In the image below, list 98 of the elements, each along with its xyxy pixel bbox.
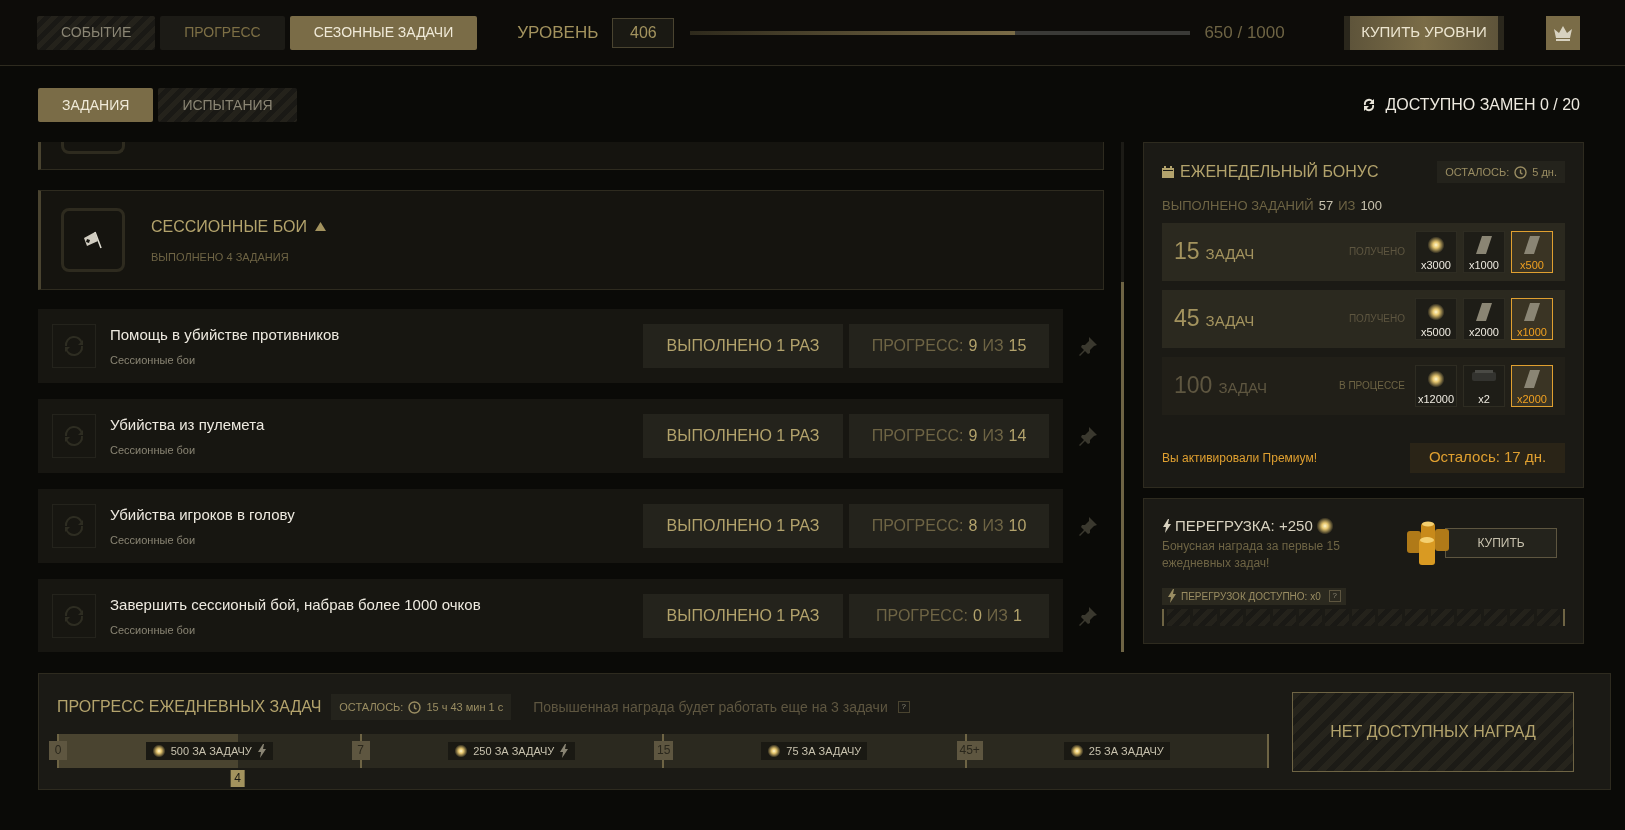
overload-title: ПЕРЕГРУЗКА: +250 [1175, 516, 1313, 536]
category-subtitle: ВЫПОЛНЕНО 4 ЗАДАНИЯ [151, 249, 290, 265]
coin-icon [454, 744, 469, 758]
clock-icon [408, 700, 422, 714]
coin-icon [1427, 369, 1445, 388]
bolt-icon [559, 744, 570, 758]
bolt-icon [256, 744, 267, 758]
crate-icon [1472, 369, 1496, 382]
pin-icon [1078, 336, 1098, 356]
reward-text: 25 ЗА ЗАДАЧУ [1088, 743, 1164, 759]
buy-levels-button[interactable]: КУПИТЬ УРОВНИ [1344, 15, 1504, 50]
task-title: Убийства игроков в голову [110, 504, 295, 525]
tier-unit: ЗАДАЧ [1205, 244, 1255, 265]
current-marker: 4 [230, 770, 245, 787]
reward-amount: x5000 [1421, 326, 1451, 338]
reward-amount: x2000 [1469, 326, 1499, 338]
xp-text: 650 / 1000 [1204, 21, 1285, 44]
scrollbar-thumb[interactable] [1121, 282, 1124, 652]
reward-text: 75 ЗА ЗАДАЧУ [786, 743, 862, 759]
tier-unit: ЗАДАЧ [1205, 311, 1255, 332]
crown-button[interactable] [1546, 15, 1580, 50]
level-value: 406 [612, 17, 675, 48]
weekly-bonus-title: ЕЖЕНЕДЕЛЬНЫЙ БОНУС [1180, 161, 1379, 182]
plate-icon [1476, 235, 1492, 254]
count-text: ПРОГРЕСС: 0 ИЗ 1 [849, 594, 1049, 638]
coin-icon [1427, 235, 1445, 254]
completed-count: ВЫПОЛНЕНО 1 РАЗ [643, 504, 843, 548]
buy-button[interactable]: КУПИТЬ [1445, 528, 1557, 559]
tier-count: 45 [1174, 304, 1200, 334]
reward-text: 500 ЗА ЗАДАЧУ [170, 743, 252, 759]
remaining-label: ОСТАЛОСЬ: [339, 699, 404, 715]
task-subtitle: Сессионные бои [110, 533, 197, 548]
reward-amount: x1000 [1517, 326, 1547, 338]
premium-remaining: Осталось: 17 дн. [1410, 442, 1565, 473]
task-title: Завершить сессионый бой, набрав более 1000 очков [110, 594, 481, 615]
clock-icon [1514, 165, 1528, 179]
tasks-done-text: ВЫПОЛНЕНО ЗАДАНИЙ 57 ИЗ 100 [1162, 197, 1384, 215]
replacements-text: ДОСТУПНО ЗАМЕН 0 / 20 [1385, 95, 1580, 115]
reward-amount: x2 [1478, 393, 1490, 405]
coin-icon [1069, 744, 1084, 758]
refresh-icon [62, 604, 86, 628]
claim-rewards-button[interactable]: НЕТ ДОСТУПНЫХ НАГРАД [1292, 691, 1574, 772]
help-icon[interactable]: ? [897, 701, 910, 713]
tier-status: В ПРОЦЕССЕ [1338, 379, 1405, 393]
plate-icon [1524, 369, 1540, 388]
task-subtitle: Сессионные бои [110, 623, 197, 638]
reward-amount: x500 [1520, 259, 1544, 271]
scrollbar[interactable] [1121, 142, 1124, 652]
plate-icon [1476, 302, 1492, 321]
tab[interactable]: ПРОГРЕСС [160, 15, 285, 50]
remaining-time: 15 ч 43 мин 1 с [426, 699, 504, 715]
plate-icon [1524, 302, 1540, 321]
plate-icon [1524, 235, 1540, 254]
pin-icon [1078, 516, 1098, 536]
daily-note: Повышенная награда будет работать еще на 3 задачи [533, 697, 888, 717]
coin-icon [1315, 517, 1334, 536]
bolt-icon [1162, 519, 1172, 534]
refresh-icon [62, 334, 86, 358]
refresh-icon [62, 514, 86, 538]
daily-title: ПРОГРЕСС ЕЖЕДНЕВНЫХ ЗАДАЧ [57, 697, 322, 717]
task-title: Помощь в убийстве противников [110, 324, 340, 345]
reward-amount: x3000 [1421, 259, 1451, 271]
coin-icon [151, 744, 166, 758]
tier-count: 100 [1174, 371, 1213, 401]
overload-description: Бонусная награда за первые 15 ежедневных задач! [1162, 537, 1341, 572]
task-subtitle: Сессионные бои [110, 443, 197, 458]
count-text: ПРОГРЕСС: 9 ИЗ 15 [849, 324, 1049, 368]
reward-amount: x1000 [1469, 259, 1499, 271]
tab[interactable]: СЕЗОННЫЕ ЗАДАЧИ [289, 15, 478, 50]
crown-icon [1553, 24, 1573, 41]
bolt-icon [1167, 589, 1177, 603]
calendar-icon [1162, 166, 1174, 178]
remaining-label: ОСТАЛОСЬ: [1445, 164, 1510, 180]
count-text: ПРОГРЕСС: 9 ИЗ 14 [849, 414, 1049, 458]
reward-amount: x2000 [1517, 393, 1547, 405]
reward-amount: x12000 [1417, 393, 1455, 405]
level-label: УРОВЕНЬ [517, 21, 599, 44]
tab[interactable]: ЗАДАНИЯ [38, 88, 154, 122]
coin-icon [767, 744, 782, 758]
pin-icon [1078, 426, 1098, 446]
category-title: СЕССИОННЫЕ БОИ [151, 216, 307, 237]
overload-available: ПЕРЕГРУЗОК ДОСТУПНО: x0 [1181, 589, 1321, 604]
completed-count: ВЫПОЛНЕНО 1 РАЗ [643, 324, 843, 368]
refresh-icon [62, 424, 86, 448]
help-icon[interactable]: ? [1328, 590, 1341, 602]
completed-count: ВЫПОЛНЕНО 1 РАЗ [643, 414, 843, 458]
tier-unit: ЗАДАЧ [1218, 378, 1267, 399]
task-title: Убийства из пулемета [110, 414, 265, 435]
tier-count: 15 [1174, 237, 1200, 267]
premium-note: Вы активировали Премиум! [1162, 449, 1317, 467]
coin-icon [1427, 302, 1445, 321]
flag-icon [82, 230, 104, 250]
completed-count: ВЫПОЛНЕНО 1 РАЗ [643, 594, 843, 638]
reward-text: 250 ЗА ЗАДАЧУ [473, 743, 555, 759]
count-text: ПРОГРЕСС: 8 ИЗ 10 [849, 504, 1049, 548]
pin-icon [1078, 606, 1098, 626]
task-subtitle: Сессионные бои [110, 353, 197, 368]
remaining-time: 5 дн. [1532, 164, 1557, 180]
